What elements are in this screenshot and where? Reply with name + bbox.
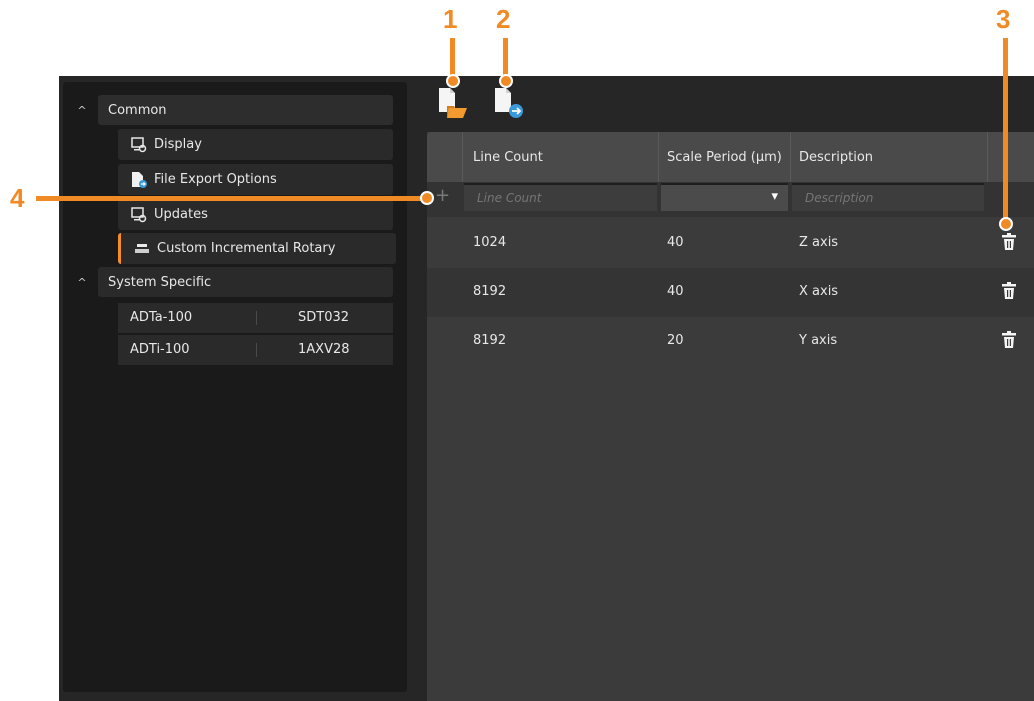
table-row[interactable]: 8192 20 Y axis [427, 317, 1034, 366]
column-divider [790, 132, 791, 182]
display-settings-icon [130, 136, 148, 154]
trash-icon[interactable] [1002, 282, 1016, 300]
trash-icon[interactable] [1002, 331, 1016, 349]
column-header-scale-period[interactable]: Scale Period (µm) [667, 150, 782, 165]
callout-line-4 [36, 196, 428, 201]
system-model: ADTi-100 [130, 342, 190, 357]
new-row: + ▾ [427, 182, 1034, 217]
group-common-label: Common [108, 102, 167, 118]
sidebar-item-updates[interactable]: Updates [118, 199, 393, 230]
table-row[interactable]: 1024 40 Z axis [427, 219, 1034, 268]
cell-scale-period: 40 [667, 284, 684, 299]
callout-dot-4 [420, 191, 434, 205]
cell-scale-period: 20 [667, 333, 684, 348]
table-header: Line Count Scale Period (µm) Description [427, 132, 1034, 182]
column-header-description[interactable]: Description [799, 150, 873, 165]
column-divider [256, 343, 257, 357]
file-export-icon [130, 171, 148, 189]
sidebar-item-file-export-options[interactable]: File Export Options [118, 164, 393, 195]
cell-description: X axis [799, 284, 839, 299]
cell-scale-period: 40 [667, 235, 684, 250]
group-system-specific[interactable]: ^ System Specific [77, 267, 393, 297]
column-divider [658, 132, 659, 182]
table-row[interactable]: 8192 40 X axis [427, 268, 1034, 317]
system-row[interactable]: ADTi-100 1AXV28 [118, 335, 393, 365]
description-input[interactable] [792, 183, 984, 211]
sidebar-item-label: File Export Options [154, 172, 277, 187]
column-divider [987, 132, 988, 182]
sidebar-item-label: Custom Incremental Rotary [157, 241, 336, 256]
scale-period-select[interactable]: ▾ [661, 183, 788, 211]
callout-2: 2 [496, 4, 511, 34]
collapse-caret-icon[interactable]: ^ [74, 95, 90, 125]
column-divider [256, 311, 257, 325]
export-file-button[interactable] [493, 86, 523, 118]
callout-1: 1 [443, 4, 458, 34]
column-header-line-count[interactable]: Line Count [473, 150, 543, 165]
callout-dot-3 [999, 217, 1013, 231]
cell-line-count: 1024 [473, 235, 507, 250]
cell-line-count: 8192 [473, 333, 507, 348]
sidebar-item-label: Updates [154, 207, 208, 222]
cell-description: Z axis [799, 235, 839, 250]
sidebar-item-display[interactable]: Display [118, 129, 393, 160]
sidebar-item-custom-incremental-rotary[interactable]: Custom Incremental Rotary [118, 233, 396, 264]
trash-icon[interactable] [1002, 233, 1016, 251]
add-row-icon[interactable]: + [435, 185, 450, 206]
callout-dot-1 [446, 74, 460, 88]
rotary-encoder-icon [133, 240, 151, 258]
system-serial: SDT032 [298, 310, 350, 325]
callout-dot-2 [499, 74, 513, 88]
collapse-caret-icon[interactable]: ^ [74, 267, 90, 297]
line-count-input[interactable] [464, 183, 657, 211]
chevron-down-icon: ▾ [771, 189, 778, 204]
callout-4: 4 [10, 183, 25, 213]
system-serial: 1AXV28 [298, 342, 350, 357]
column-divider [462, 132, 463, 182]
updates-settings-icon [130, 206, 148, 224]
cell-description: Y axis [799, 333, 838, 348]
open-file-icon [439, 88, 467, 118]
sidebar-item-label: Display [154, 137, 202, 152]
callout-line-3 [1003, 38, 1008, 222]
system-model: ADTa-100 [130, 310, 193, 325]
system-row[interactable]: ADTa-100 SDT032 [118, 303, 393, 333]
open-file-button[interactable] [437, 86, 467, 118]
export-file-icon [495, 88, 523, 118]
group-common[interactable]: ^ Common [77, 95, 393, 125]
callout-3: 3 [996, 4, 1011, 34]
cell-line-count: 8192 [473, 284, 507, 299]
group-system-specific-label: System Specific [108, 274, 212, 290]
